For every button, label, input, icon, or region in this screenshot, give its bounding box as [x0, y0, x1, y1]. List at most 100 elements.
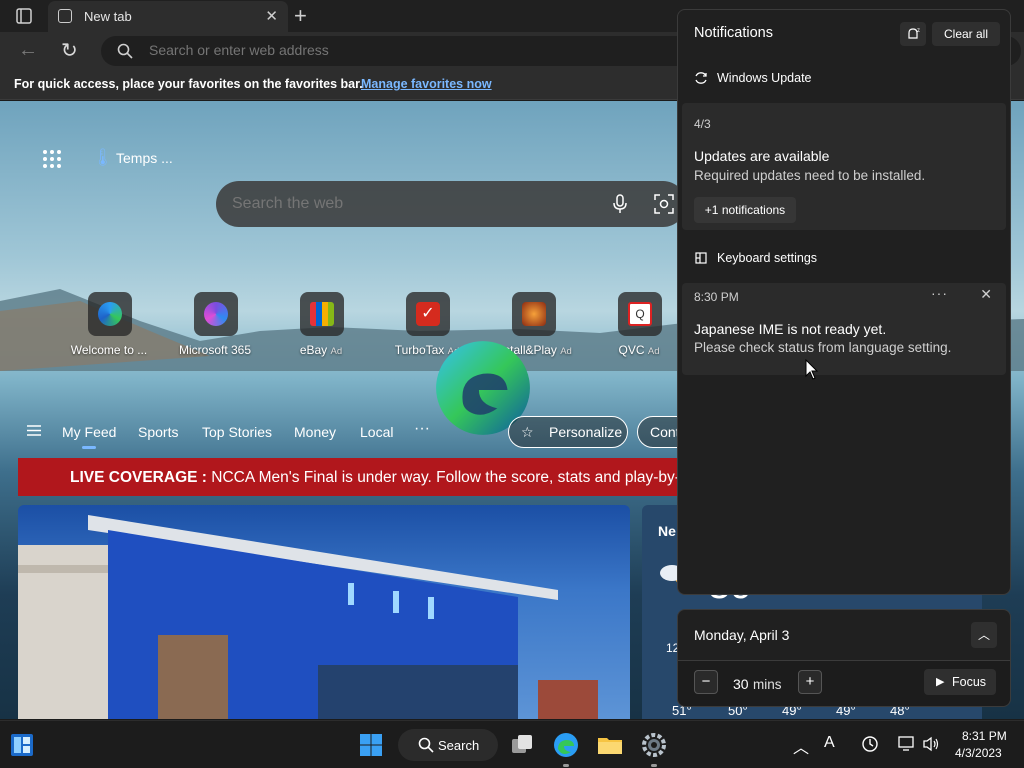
hero-image: [18, 515, 598, 719]
notification-body: Please check status from language settin…: [694, 340, 952, 355]
microsoft-365-icon: [204, 302, 228, 326]
tab-actions-icon[interactable]: [10, 6, 38, 26]
widgets-icon[interactable]: [10, 733, 34, 757]
notification-time: 4/3: [694, 117, 711, 131]
tile-icon-box: [88, 292, 132, 336]
tab-top-stories[interactable]: Top Stories: [202, 424, 272, 440]
notification-heading: Japanese IME is not ready yet.: [694, 321, 887, 337]
tab-title: New tab: [84, 9, 132, 24]
tile-icon-box: [512, 292, 556, 336]
feed-navigation: My Feed Sports Top Stories Money Local ·…: [0, 413, 700, 451]
running-indicator: [651, 764, 657, 767]
new-tab-button[interactable]: +: [294, 3, 307, 29]
collapse-calendar-button[interactable]: ︿: [971, 622, 997, 648]
focus-session-bar: − 30 mins + ▶ Focus: [678, 661, 1010, 706]
banner-headline: NCCA Men's Final is under way. Follow th…: [211, 469, 678, 486]
taskbar-search-button[interactable]: Search: [398, 729, 498, 761]
tab-new-tab[interactable]: New tab ✕: [48, 1, 288, 32]
notification-body: Required updates need to be installed.: [694, 168, 926, 183]
content-label: Cont: [650, 424, 680, 440]
quicklink-tile[interactable]: Welcome to ...: [54, 292, 164, 362]
tile-label-text: eBay: [299, 343, 328, 357]
tile-icon-box: [300, 292, 344, 336]
start-icon[interactable]: [359, 733, 383, 757]
increase-minutes-button[interactable]: +: [798, 670, 822, 694]
group-keyboard-settings[interactable]: Keyboard settings: [717, 251, 817, 265]
install-play-icon: [522, 302, 546, 326]
focus-minutes-unit: mins: [753, 677, 782, 692]
search-icon: [418, 737, 434, 753]
menu-icon[interactable]: [27, 425, 41, 436]
network-icon[interactable]: [898, 736, 916, 752]
decrease-minutes-button[interactable]: −: [694, 670, 718, 694]
clear-all-button[interactable]: Clear all: [932, 22, 1000, 46]
notification-windows-update[interactable]: 4/3 Updates are available Required updat…: [682, 103, 1006, 230]
visual-search-icon[interactable]: [654, 194, 674, 214]
manage-favorites-link[interactable]: Manage favorites now: [361, 77, 492, 91]
taskbar-time[interactable]: 8:31 PM: [962, 729, 1007, 743]
turbotax-check-icon: ✓: [416, 302, 440, 326]
notifications-title: Notifications: [694, 25, 773, 41]
tile-label-text: Microsoft 365: [178, 343, 252, 357]
tile-icon-box: [194, 292, 238, 336]
do-not-disturb-icon: z: [908, 28, 920, 39]
ebay-bag-icon: [310, 302, 334, 326]
tile-icon-box: ✓: [406, 292, 450, 336]
microphone-icon[interactable]: [612, 194, 628, 214]
ad-badge: Ad: [647, 346, 660, 357]
web-search-input[interactable]: [232, 195, 572, 213]
dismiss-notification-button[interactable]: ✕: [980, 286, 992, 303]
web-search-box[interactable]: [216, 181, 686, 227]
tile-label: Microsoft 365: [160, 343, 270, 357]
settings-icon[interactable]: [640, 731, 668, 759]
notification-center: Notifications z Clear all Windows Update…: [677, 9, 1011, 595]
group-windows-update[interactable]: Windows Update: [717, 71, 812, 85]
personalize-button[interactable]: ☆ Personalize: [508, 416, 628, 448]
new-tab-page-icon: [58, 9, 72, 23]
focus-label: Focus: [952, 675, 987, 689]
back-button[interactable]: ←: [18, 39, 38, 62]
apps-grid-icon[interactable]: [42, 149, 62, 169]
tab-close-button[interactable]: ✕: [265, 7, 278, 25]
more-notifications-button[interactable]: +1 notifications: [694, 197, 796, 223]
clock-icon[interactable]: [861, 735, 879, 753]
svg-text:z: z: [917, 28, 920, 34]
show-hidden-icons-button[interactable]: ︿: [793, 734, 809, 758]
calendar-date: Monday, April 3: [694, 627, 790, 643]
quicklink-tile[interactable]: eBay Ad: [266, 292, 376, 362]
edge-icon[interactable]: [552, 731, 580, 759]
tab-local[interactable]: Local: [360, 424, 393, 440]
live-coverage-banner[interactable]: LIVE COVERAGE : NCCA Men's Final is unde…: [18, 458, 678, 496]
qvc-icon: Q: [628, 302, 652, 326]
taskbar-date[interactable]: 4/3/2023: [955, 746, 1002, 760]
tile-icon-box: Q: [618, 292, 662, 336]
feed-more-button[interactable]: ···: [414, 420, 430, 438]
task-view-icon[interactable]: [508, 731, 536, 759]
taskbar-search-label: Search: [438, 738, 480, 753]
keyboard-icon: [695, 252, 707, 264]
volume-icon[interactable]: [922, 736, 940, 752]
ime-icon[interactable]: A: [824, 734, 835, 752]
weather-card-title: Ne: [658, 523, 676, 539]
do-not-disturb-button[interactable]: z: [900, 22, 926, 46]
file-explorer-icon[interactable]: [596, 731, 624, 759]
star-icon: ☆: [521, 424, 534, 440]
quicklink-tile[interactable]: Microsoft 365: [160, 292, 270, 362]
calendar-focus-panel: Monday, April 3 ︿ − 30 mins + ▶ Focus: [677, 609, 1011, 707]
start-focus-button[interactable]: ▶ Focus: [924, 669, 996, 695]
edge-icon: [98, 302, 122, 326]
thermometer-icon: 🌡: [92, 148, 114, 167]
tab-my-feed[interactable]: My Feed: [62, 424, 116, 449]
refresh-button[interactable]: ↻: [61, 38, 78, 63]
more-options-button[interactable]: ···: [931, 285, 948, 301]
notification-japanese-ime[interactable]: 8:30 PM ··· ✕ Japanese IME is not ready …: [682, 283, 1006, 375]
personalize-label: Personalize: [549, 424, 623, 440]
tile-label-text: QVC: [618, 343, 645, 357]
weather-chip[interactable]: Temps ...: [116, 150, 173, 166]
banner-text: LIVE COVERAGE : NCCA Men's Final is unde…: [70, 469, 678, 487]
address-input[interactable]: [149, 42, 649, 58]
hero-news-card[interactable]: [18, 505, 630, 719]
tab-sports[interactable]: Sports: [138, 424, 178, 440]
tab-money[interactable]: Money: [294, 424, 336, 440]
favorites-hint: For quick access, place your favorites o…: [14, 77, 363, 91]
